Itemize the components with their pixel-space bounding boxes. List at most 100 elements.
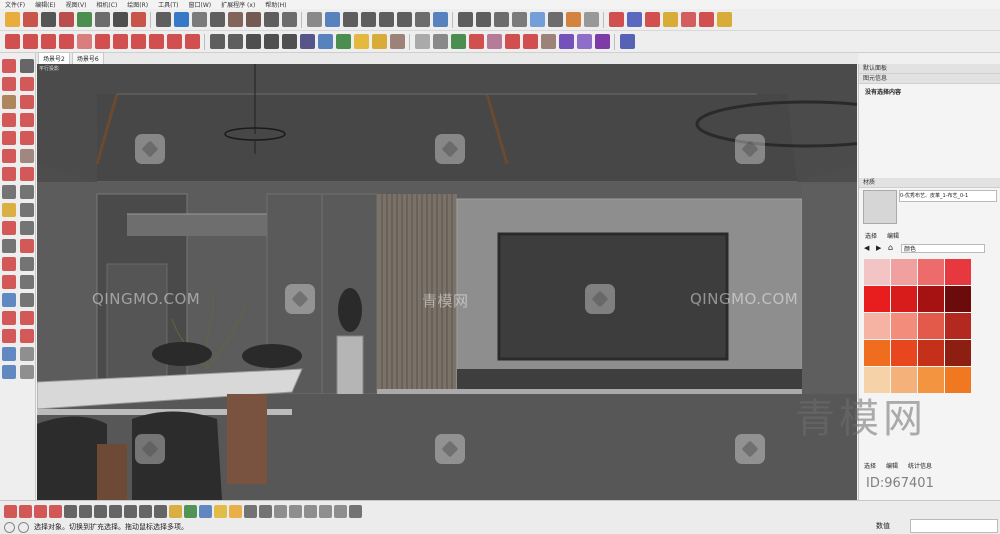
tool-icon[interactable] [19,113,34,127]
tool-icon[interactable] [1,239,16,253]
toolbar-tool-icon[interactable] [112,12,128,27]
toolbar-tool-icon[interactable] [155,12,171,27]
menu-item[interactable]: 视图(V) [61,0,92,9]
toolbar-tool-icon[interactable] [504,34,520,49]
bottom-tab-edit[interactable]: 编辑 [886,461,898,470]
toolbar-tool-icon[interactable] [173,12,189,27]
bottom-tool-icon[interactable] [184,504,197,518]
toolbar-tool-icon[interactable] [130,12,146,27]
toolbar-tool-icon[interactable] [529,12,545,27]
toolbar-tool-icon[interactable] [493,12,509,27]
toolbar-tool-icon[interactable] [94,34,110,49]
tool-icon[interactable] [19,275,34,289]
tool-icon[interactable] [19,311,34,325]
toolbar-tool-icon[interactable] [209,34,225,49]
toolbar-tool-icon[interactable] [540,34,556,49]
material-swatch[interactable] [945,367,971,393]
bottom-tab-select[interactable]: 选择 [864,461,876,470]
tab-edit[interactable]: 编辑 [887,231,899,240]
material-swatch[interactable] [945,313,971,339]
tool-icon[interactable] [19,257,34,271]
toolbar-tool-icon[interactable] [511,12,527,27]
material-swatch[interactable] [864,259,890,285]
tool-icon[interactable] [19,239,34,253]
toolbar-tool-icon[interactable] [22,12,38,27]
toolbar-tool-icon[interactable] [281,12,297,27]
tool-icon[interactable] [19,203,34,217]
tool-icon[interactable] [19,347,34,361]
material-swatch[interactable] [864,313,890,339]
toolbar-tool-icon[interactable] [414,34,430,49]
bottom-tool-icon[interactable] [274,504,287,518]
toolbar-tool-icon[interactable] [342,12,358,27]
tool-icon[interactable] [1,311,16,325]
menu-item[interactable]: 编辑(E) [30,0,60,9]
bottom-tool-icon[interactable] [199,504,212,518]
tab-scene-2[interactable]: 场景号2 [38,52,70,64]
toolbar-tool-icon[interactable] [662,12,678,27]
bottom-tool-icon[interactable] [154,504,167,518]
bottom-tool-icon[interactable] [34,504,47,518]
toolbar-tool-icon[interactable] [22,34,38,49]
tool-icon[interactable] [1,131,16,145]
toolbar-tool-icon[interactable] [58,12,74,27]
tool-icon[interactable] [1,275,16,289]
toolbar-tool-icon[interactable] [317,34,333,49]
tool-icon[interactable] [1,365,16,379]
material-swatch[interactable] [918,259,944,285]
material-swatch[interactable] [891,313,917,339]
toolbar-tool-icon[interactable] [608,12,624,27]
home-icon[interactable]: ⌂ [888,243,893,252]
toolbar-tool-icon[interactable] [565,12,581,27]
toolbar-tool-icon[interactable] [371,34,387,49]
toolbar-tool-icon[interactable] [522,34,538,49]
material-swatch[interactable] [864,340,890,366]
toolbar-tool-icon[interactable] [432,12,448,27]
toolbar-tool-icon[interactable] [335,34,351,49]
bottom-tool-icon[interactable] [229,504,242,518]
toolbar-tool-icon[interactable] [299,34,315,49]
material-swatch[interactable] [864,286,890,312]
tool-icon[interactable] [1,185,16,199]
tool-icon[interactable] [19,59,34,73]
bottom-tool-icon[interactable] [304,504,317,518]
material-swatch[interactable] [945,286,971,312]
toolbar-tool-icon[interactable] [191,12,207,27]
tab-scene-6[interactable]: 场景号6 [71,52,104,64]
toolbar-tool-icon[interactable] [148,34,164,49]
bottom-tool-icon[interactable] [334,504,347,518]
bottom-tool-icon[interactable] [289,504,302,518]
toolbar-tool-icon[interactable] [245,12,261,27]
toolbar-tool-icon[interactable] [4,34,20,49]
info-icon[interactable] [4,522,15,533]
toolbar-tool-icon[interactable] [626,12,642,27]
material-swatch[interactable] [918,313,944,339]
toolbar-tool-icon[interactable] [475,12,491,27]
tool-icon[interactable] [1,257,16,271]
tool-icon[interactable] [1,221,16,235]
toolbar-tool-icon[interactable] [619,34,635,49]
menu-item[interactable]: 窗口(W) [184,0,217,9]
tool-icon[interactable] [19,167,34,181]
tool-icon[interactable] [1,59,16,73]
tool-icon[interactable] [19,185,34,199]
toolbar-tool-icon[interactable] [209,12,225,27]
back-icon[interactable]: ◀ [864,244,869,252]
toolbar-tool-icon[interactable] [94,12,110,27]
toolbar-tool-icon[interactable] [644,12,660,27]
toolbar-tool-icon[interactable] [324,12,340,27]
material-swatch[interactable] [891,259,917,285]
tab-select[interactable]: 选择 [865,231,877,240]
tool-icon[interactable] [19,131,34,145]
toolbar-tool-icon[interactable] [58,34,74,49]
tool-icon[interactable] [1,149,16,163]
toolbar-tool-icon[interactable] [263,12,279,27]
toolbar-tool-icon[interactable] [245,34,261,49]
toolbar-tool-icon[interactable] [576,34,592,49]
bottom-tool-icon[interactable] [124,504,137,518]
bottom-tool-icon[interactable] [349,504,362,518]
toolbar-tool-icon[interactable] [396,12,412,27]
toolbar-tool-icon[interactable] [698,12,714,27]
toolbar-tool-icon[interactable] [547,12,563,27]
bottom-tool-icon[interactable] [4,504,17,518]
